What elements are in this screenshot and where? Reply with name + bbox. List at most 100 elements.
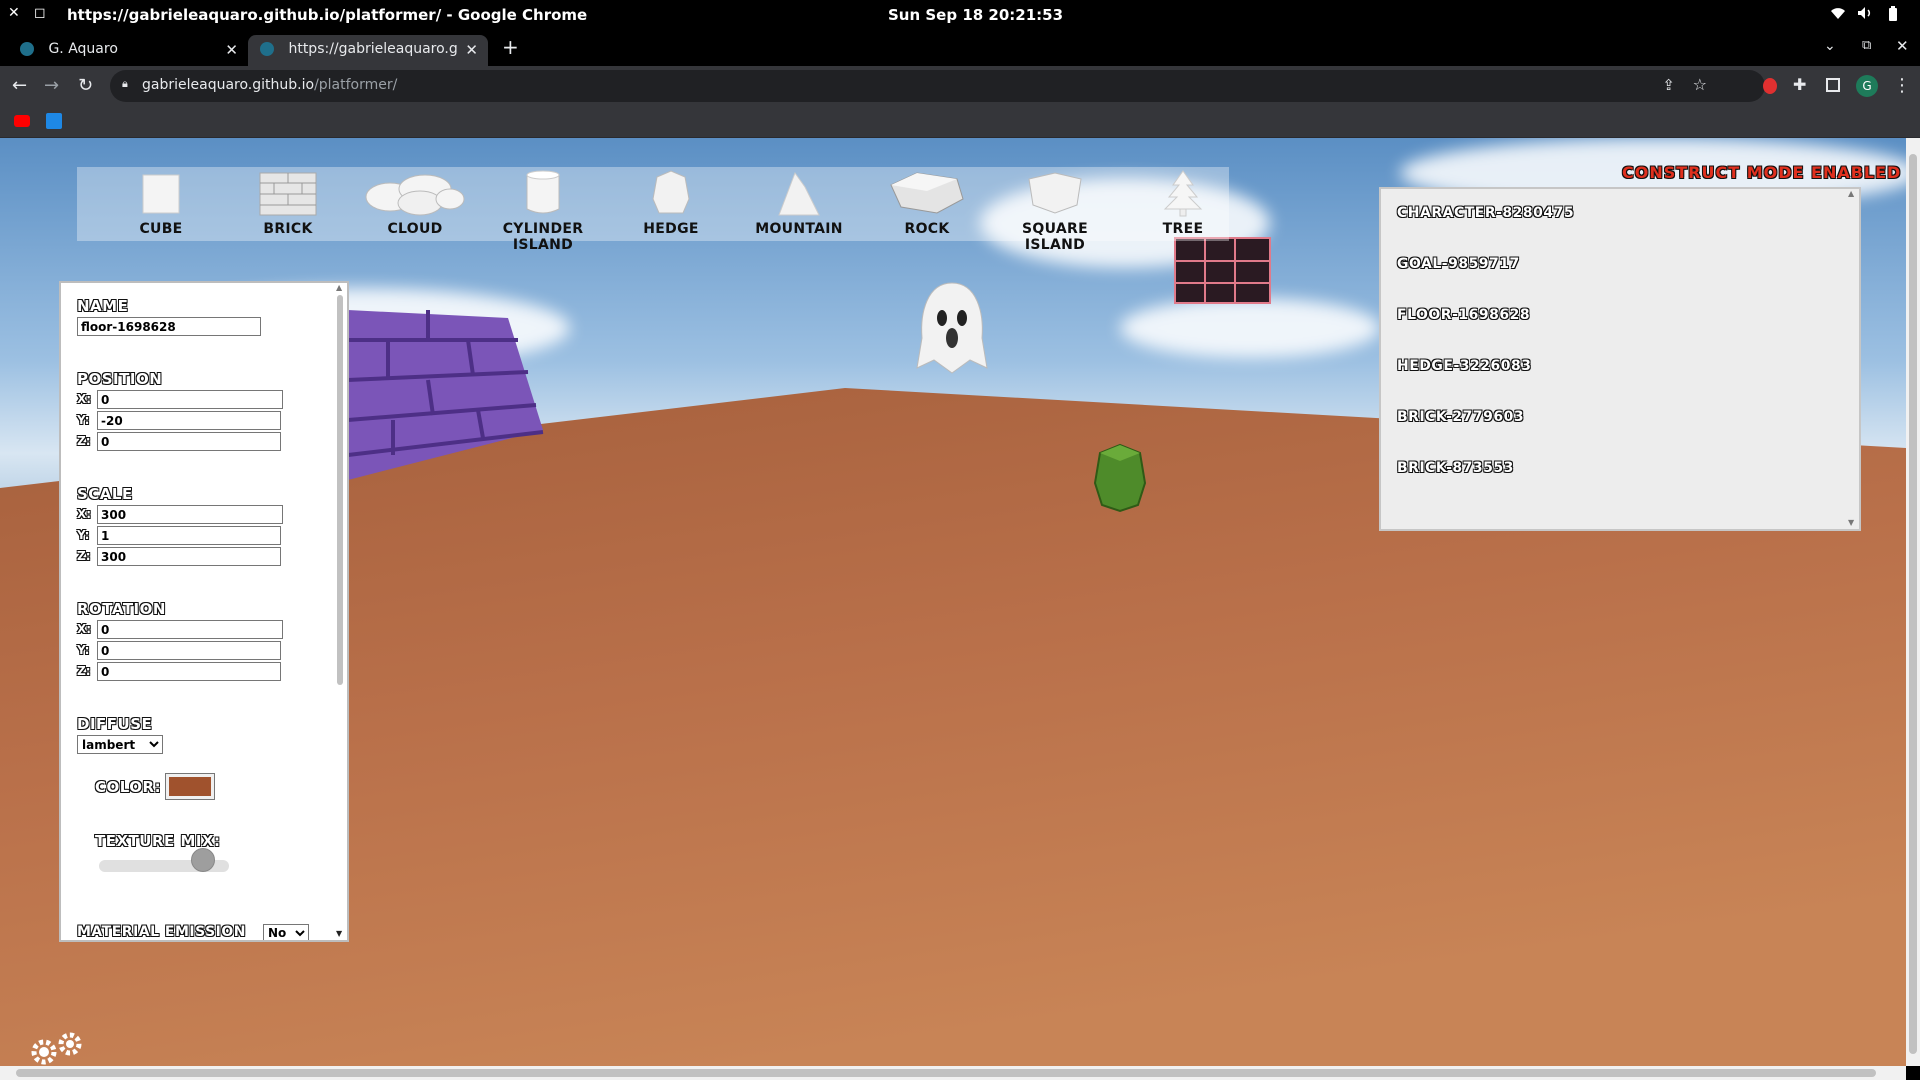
- hedge-object[interactable]: [1090, 443, 1150, 513]
- adblock-extension-icon[interactable]: [1763, 78, 1777, 94]
- close-icon[interactable]: ✕: [8, 5, 20, 21]
- tool-rock[interactable]: ROCK: [872, 169, 982, 259]
- tab-search-icon[interactable]: ⌄: [1824, 38, 1836, 54]
- scroll-down-icon[interactable]: ▼: [336, 929, 342, 938]
- rotation-y-input[interactable]: [97, 641, 281, 660]
- cube-icon: [142, 174, 180, 214]
- tool-cylinder-island[interactable]: CYLINDER ISLAND: [488, 169, 598, 259]
- tab-aquaro[interactable]: G. Aquaro ✕: [8, 35, 248, 66]
- window-close-icon[interactable]: ✕: [1896, 37, 1909, 55]
- position-x-input[interactable]: [97, 390, 283, 409]
- tool-brick[interactable]: BRICK: [233, 169, 343, 259]
- list-item[interactable]: GOAL-9859717: [1397, 256, 1520, 272]
- axis-label-z: Z:: [77, 549, 91, 563]
- volume-icon[interactable]: [1857, 6, 1873, 24]
- address-bar[interactable]: 🔒︎ gabrieleaquaro.github.io/platformer/ …: [110, 70, 1765, 102]
- list-item[interactable]: FLOOR-1698628: [1397, 307, 1530, 323]
- youtube-bookmark-icon[interactable]: [14, 115, 30, 127]
- window-title: https://gabrieleaquaro.github.io/platfor…: [67, 6, 588, 24]
- new-tab-icon[interactable]: +: [502, 35, 519, 59]
- tool-label: MOUNTAIN: [755, 221, 843, 237]
- name-heading: NAME: [77, 297, 129, 315]
- url-host: gabrieleaquaro.github.io: [142, 77, 315, 93]
- tool-label: SQUARE ISLAND: [1022, 221, 1088, 253]
- tool-hedge[interactable]: HEDGE: [616, 169, 726, 259]
- color-label: COLOR:: [95, 778, 162, 796]
- scale-y-input[interactable]: [97, 526, 281, 545]
- menu-kebab-icon[interactable]: ⋮: [1893, 75, 1911, 96]
- axis-label-z: Z:: [77, 664, 91, 678]
- axis-label-x: X:: [77, 507, 92, 521]
- extensions-icon[interactable]: ✚: [1793, 75, 1806, 94]
- bookmark-star-icon[interactable]: ☆: [1693, 75, 1707, 94]
- axis-label-z: Z:: [77, 434, 91, 448]
- lock-icon[interactable]: 🔒︎: [122, 77, 128, 91]
- scroll-down-icon[interactable]: ▼: [1848, 518, 1854, 527]
- list-item[interactable]: CHARACTER-8280475: [1397, 205, 1574, 221]
- properties-scrollbar[interactable]: ▲ ▼: [335, 283, 345, 938]
- browser-toolbar: ← → ↻ 🔒︎ gabrieleaquaro.github.io/platfo…: [0, 66, 1920, 107]
- scale-heading: SCALE: [77, 485, 133, 503]
- share-icon[interactable]: ⇪: [1662, 76, 1675, 94]
- position-y-input[interactable]: [97, 411, 281, 430]
- tool-tree[interactable]: TREE: [1128, 169, 1238, 259]
- tab-strip: G. Aquaro ✕ https://gabrieleaquaro.githu…: [0, 31, 1920, 66]
- material-emission-label: MATERIAL EMISSION: [77, 924, 246, 940]
- rotation-heading: ROTATION: [77, 600, 166, 618]
- horizontal-scroll-thumb[interactable]: [16, 1069, 1876, 1077]
- position-z-input[interactable]: [97, 432, 281, 451]
- list-item[interactable]: BRICK-2779603: [1397, 409, 1524, 425]
- properties-scroll-thumb[interactable]: [337, 295, 343, 685]
- name-input[interactable]: [77, 317, 261, 336]
- tab-platformer[interactable]: https://gabrieleaquaro.github.io/platfor…: [248, 35, 488, 66]
- scale-z-input[interactable]: [97, 547, 281, 566]
- profile-avatar[interactable]: G: [1856, 75, 1878, 97]
- diffuse-select[interactable]: lambert: [77, 735, 163, 754]
- tool-cube[interactable]: CUBE: [106, 169, 216, 259]
- tool-label: TREE: [1162, 221, 1204, 237]
- page-horizontal-scrollbar[interactable]: [0, 1066, 1906, 1080]
- tool-label: BRICK: [263, 221, 313, 237]
- tool-square-island[interactable]: SQUARE ISLAND: [1000, 169, 1110, 259]
- tool-label: CLOUD: [387, 221, 443, 237]
- tool-label: ROCK: [904, 221, 950, 237]
- list-item[interactable]: BRICK-873553: [1397, 460, 1514, 476]
- tool-cloud[interactable]: CLOUD: [360, 169, 470, 259]
- list-item[interactable]: HEDGE-3226083: [1397, 358, 1531, 374]
- settings-gear-icon[interactable]: [28, 1030, 88, 1066]
- battery-icon[interactable]: [1888, 6, 1898, 26]
- list-scrollbar[interactable]: ▲ ▼: [1847, 189, 1857, 527]
- tab-close-icon[interactable]: ✕: [465, 41, 478, 59]
- scroll-up-icon[interactable]: ▲: [1848, 189, 1854, 198]
- rotation-x-input[interactable]: [97, 620, 283, 639]
- page-vertical-scrollbar[interactable]: [1906, 138, 1920, 1066]
- color-picker[interactable]: [165, 773, 215, 800]
- tool-mountain[interactable]: MOUNTAIN: [744, 169, 854, 259]
- restore-icon[interactable]: ⧉: [1862, 38, 1871, 53]
- tab-title: https://gabrieleaquaro.github.io/platfor…: [288, 41, 458, 57]
- material-emission-select[interactable]: No: [263, 924, 309, 940]
- clock: Sun Sep 18 20:21:53: [888, 6, 1064, 24]
- tool-label: HEDGE: [643, 221, 699, 237]
- texture-mix-slider-thumb[interactable]: [191, 848, 215, 872]
- cylinder-island-icon: [526, 170, 560, 214]
- brick-wall-object[interactable]: [348, 310, 548, 490]
- react-favicon-icon: [260, 42, 274, 56]
- cloud-icon: [365, 174, 465, 216]
- square-island-icon: [1028, 172, 1082, 214]
- ghost-character[interactable]: [912, 278, 992, 378]
- forward-icon[interactable]: →: [44, 75, 59, 96]
- scroll-up-icon[interactable]: ▲: [336, 283, 342, 292]
- tab-close-icon[interactable]: ✕: [225, 41, 238, 59]
- wifi-icon[interactable]: [1830, 6, 1846, 24]
- bookmark-app-icon[interactable]: [46, 113, 62, 129]
- scale-x-input[interactable]: [97, 505, 283, 524]
- mountain-icon: [778, 171, 820, 216]
- rotation-z-input[interactable]: [97, 662, 281, 681]
- reload-icon[interactable]: ↻: [78, 75, 93, 96]
- maximize-icon[interactable]: ◻: [34, 5, 46, 21]
- vertical-scroll-thumb[interactable]: [1909, 154, 1917, 1054]
- bookmarks-bar: [0, 107, 1920, 138]
- back-icon[interactable]: ←: [12, 75, 27, 96]
- side-panel-icon[interactable]: [1826, 78, 1840, 92]
